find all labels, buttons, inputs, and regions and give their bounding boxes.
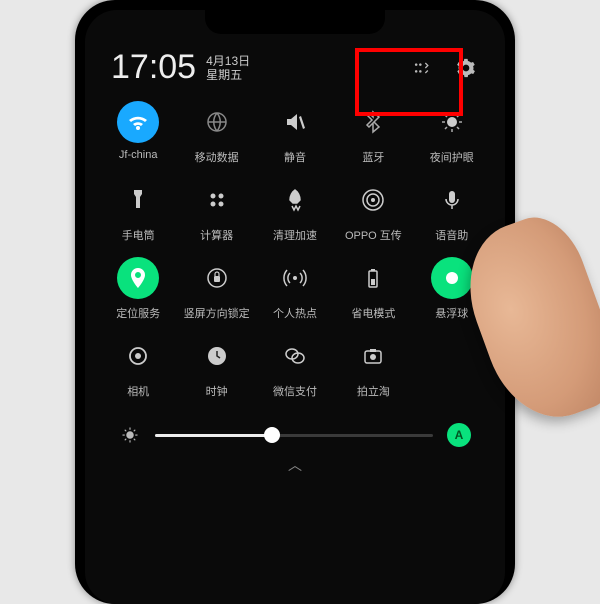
- tile-label: Jf-china: [119, 149, 158, 161]
- calculator-icon: [196, 179, 238, 221]
- tile-label: 夜间护眼: [430, 149, 474, 165]
- tile-bluetooth[interactable]: 蓝牙: [338, 101, 408, 165]
- hotspot-icon: [274, 257, 316, 299]
- notification-shade: 17:05 4月13日 星期五: [95, 38, 495, 604]
- tile-voice-assist[interactable]: 语音助: [417, 179, 487, 243]
- brightness-thumb[interactable]: [264, 427, 280, 443]
- flashlight-icon: [117, 179, 159, 221]
- settings-button[interactable]: [453, 55, 479, 81]
- tile-hotspot[interactable]: 个人热点: [260, 257, 330, 321]
- camera-icon: [117, 335, 159, 377]
- bluetooth-icon: [352, 101, 394, 143]
- radar-icon: [352, 179, 394, 221]
- tile-location[interactable]: 定位服务: [103, 257, 173, 321]
- clock: 17:05: [111, 48, 196, 87]
- tile-label: 竖屏方向锁定: [184, 305, 250, 321]
- tile-label: 定位服务: [116, 305, 160, 321]
- edit-tiles-button[interactable]: [409, 55, 435, 81]
- phone-frame: 17:05 4月13日 星期五: [75, 0, 515, 604]
- tile-label: 省电模式: [351, 305, 395, 321]
- notch: [205, 10, 385, 34]
- brightness-icon: [119, 424, 141, 446]
- location-icon: [117, 257, 159, 299]
- mic-icon: [431, 179, 473, 221]
- tile-label: 个人热点: [273, 305, 317, 321]
- tile-clean-boost[interactable]: 清理加速: [260, 179, 330, 243]
- tile-label: 静音: [284, 149, 306, 165]
- rocket-icon: [274, 179, 316, 221]
- tile-mute[interactable]: 静音: [260, 101, 330, 165]
- tile-wifi[interactable]: Jf-china: [103, 101, 173, 165]
- lock-icon: [196, 257, 238, 299]
- tile-label: 悬浮球: [435, 305, 468, 321]
- tile-power-save[interactable]: 省电模式: [338, 257, 408, 321]
- brightness-slider[interactable]: [155, 434, 433, 437]
- camera2-icon: [352, 335, 394, 377]
- battery-icon: [352, 257, 394, 299]
- tile-calculator[interactable]: 计算器: [182, 179, 252, 243]
- date-block: 4月13日 星期五: [206, 54, 250, 82]
- tile-label: 蓝牙: [362, 149, 384, 165]
- header: 17:05 4月13日 星期五: [95, 38, 495, 93]
- quick-settings-grid: Jf-china 移动数据 静音 蓝牙: [95, 93, 495, 399]
- wifi-icon: [117, 101, 159, 143]
- tile-label: 计算器: [200, 227, 233, 243]
- tile-mobile-data[interactable]: 移动数据: [182, 101, 252, 165]
- brightness-fill: [155, 434, 272, 437]
- wechat-pay-icon: [274, 335, 316, 377]
- tile-label: 时钟: [206, 383, 228, 399]
- brightness-row: A: [95, 413, 495, 447]
- tile-label: 拍立淘: [357, 383, 390, 399]
- date-line2: 星期五: [206, 68, 250, 82]
- tile-clock[interactable]: 时钟: [182, 335, 252, 399]
- eye-icon: [431, 101, 473, 143]
- collapse-chevron-icon[interactable]: ︿: [95, 447, 495, 475]
- tile-oppo-share[interactable]: OPPO 互传: [338, 179, 408, 243]
- tile-label: 语音助: [435, 227, 468, 243]
- clock-icon: [196, 335, 238, 377]
- globe-icon: [196, 101, 238, 143]
- tile-wechat-pay[interactable]: 微信支付: [260, 335, 330, 399]
- tile-night-shield[interactable]: 夜间护眼: [417, 101, 487, 165]
- tile-pailitao[interactable]: 拍立淘: [338, 335, 408, 399]
- tile-label: 微信支付: [273, 383, 317, 399]
- tile-label: 清理加速: [273, 227, 317, 243]
- dot-icon: [431, 257, 473, 299]
- mute-icon: [274, 101, 316, 143]
- tile-flashlight[interactable]: 手电筒: [103, 179, 173, 243]
- date-line1: 4月13日: [206, 54, 250, 68]
- tile-label: 手电筒: [122, 227, 155, 243]
- tile-portrait-lock[interactable]: 竖屏方向锁定: [182, 257, 252, 321]
- tile-label: 移动数据: [195, 149, 239, 165]
- auto-brightness-toggle[interactable]: A: [447, 423, 471, 447]
- tile-camera[interactable]: 相机: [103, 335, 173, 399]
- tile-label: 相机: [127, 383, 149, 399]
- tile-label: OPPO 互传: [345, 227, 402, 243]
